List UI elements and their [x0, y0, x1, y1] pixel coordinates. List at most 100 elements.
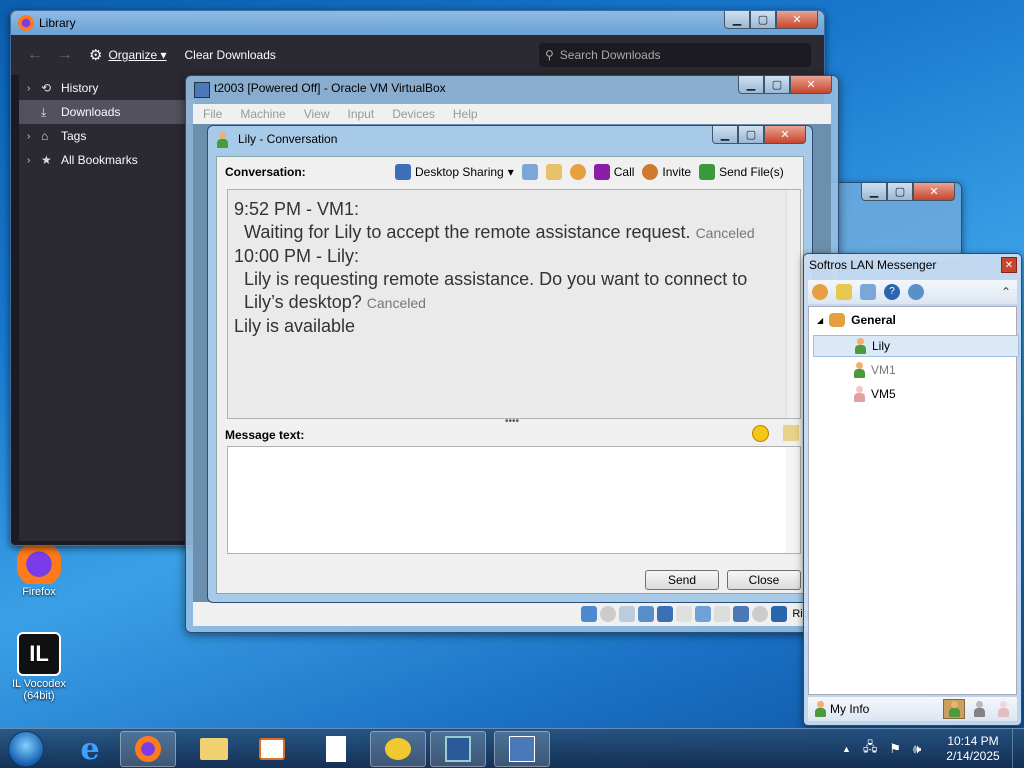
sidebar-item-tags[interactable]: › ⌂ Tags: [19, 124, 195, 148]
close-button[interactable]: ✕: [913, 183, 955, 201]
taskbar-notepad[interactable]: [308, 731, 364, 767]
message-input[interactable]: [227, 446, 801, 554]
show-desktop-button[interactable]: [1012, 729, 1024, 768]
close-button[interactable]: ✕: [764, 126, 806, 144]
taskbar-explorer[interactable]: [186, 731, 242, 767]
maximize-button[interactable]: ▢: [764, 76, 790, 94]
scrollbar[interactable]: [786, 447, 800, 553]
menu-view[interactable]: View: [304, 107, 330, 121]
sidebar-item-all-bookmarks[interactable]: › ★ All Bookmarks: [19, 148, 195, 172]
message-text-label: Message text:: [225, 428, 305, 442]
hard-disk-icon[interactable]: [581, 606, 598, 622]
taskbar-virtualbox-vm[interactable]: [494, 731, 550, 767]
my-info-button[interactable]: My Info: [830, 702, 869, 716]
shared-folder-icon[interactable]: [676, 606, 693, 622]
start-button[interactable]: [8, 731, 44, 767]
expand-icon[interactable]: ◢: [817, 316, 823, 325]
history-icon[interactable]: [860, 284, 876, 300]
contact-vm5[interactable]: VM5: [813, 383, 896, 405]
status-offline-icon[interactable]: [993, 701, 1013, 717]
taskbar-softros[interactable]: [370, 731, 426, 767]
desktop-sharing-button[interactable]: Desktop Sharing ▾: [395, 164, 514, 180]
sidebar-item-downloads[interactable]: ⤓ Downloads: [19, 100, 195, 124]
close-button[interactable]: ✕: [790, 76, 832, 94]
group-icon[interactable]: [569, 164, 586, 180]
invite-button[interactable]: Invite: [642, 164, 691, 180]
forward-arrow-icon[interactable]: →: [57, 46, 73, 64]
keyboard-capture-icon[interactable]: [771, 606, 788, 622]
conversation-history[interactable]: 9:52 PM - VM1: Waiting for Lily to accep…: [227, 189, 801, 419]
softros-window[interactable]: Softros LAN Messenger ✕ ? ⌃ ◢ General Li…: [803, 253, 1022, 726]
history-icon[interactable]: [521, 164, 538, 180]
sidebar-item-history[interactable]: › ⟲ History: [19, 76, 195, 100]
splitter-handle[interactable]: ••••: [505, 416, 519, 427]
taskbar-media-player[interactable]: [244, 731, 300, 767]
library-titlebar[interactable]: Library ▁ ▢ ✕: [11, 11, 824, 35]
menu-devices[interactable]: Devices: [392, 107, 435, 121]
flag-icon[interactable]: ⚑: [889, 741, 901, 757]
mouse-integration-icon[interactable]: [752, 606, 769, 622]
background-window[interactable]: ▁ ▢ ✕: [820, 182, 962, 262]
folder-icon[interactable]: [836, 284, 852, 300]
menu-help[interactable]: Help: [453, 107, 478, 121]
notes-icon[interactable]: [545, 164, 562, 180]
menu-file[interactable]: File: [203, 107, 222, 121]
audio-icon[interactable]: [619, 606, 636, 622]
message-text: Lily is requesting remote assistance. Do…: [244, 269, 748, 312]
video-capture-icon[interactable]: [714, 606, 731, 622]
status-message: Lily is available: [234, 316, 356, 336]
conversation-label: Conversation:: [225, 165, 306, 179]
scrollbar[interactable]: [786, 190, 800, 418]
conversation-window[interactable]: Lily - Conversation ▁ ▢ ✕ Conversation: …: [207, 125, 813, 603]
close-conversation-button[interactable]: Close: [727, 570, 801, 590]
minimize-button[interactable]: ▁: [712, 126, 738, 144]
status-available-icon[interactable]: [943, 699, 965, 719]
usb-icon[interactable]: [657, 606, 674, 622]
taskbar-virtualbox[interactable]: [430, 731, 486, 767]
menu-machine[interactable]: Machine: [240, 107, 285, 121]
user-online-icon: [854, 338, 866, 354]
volume-icon[interactable]: 🕪: [913, 741, 921, 757]
menu-input[interactable]: Input: [348, 107, 375, 121]
virtualbox-menubar: File Machine View Input Devices Help: [193, 104, 831, 124]
minimize-button[interactable]: ▁: [724, 11, 750, 29]
taskbar-internet-explorer[interactable]: e: [62, 731, 118, 767]
call-button[interactable]: Call: [593, 164, 634, 180]
close-button[interactable]: ✕: [776, 11, 818, 29]
contact-vm1[interactable]: VM1: [813, 359, 896, 381]
network-icon[interactable]: 🖧: [863, 738, 878, 760]
maximize-button[interactable]: ▢: [750, 11, 776, 29]
clear-downloads-button[interactable]: Clear Downloads: [185, 48, 276, 62]
maximize-button[interactable]: ▢: [887, 183, 913, 201]
back-arrow-icon[interactable]: ←: [27, 46, 43, 64]
minimize-button[interactable]: ▁: [861, 183, 887, 201]
show-hidden-icons-icon[interactable]: ▲: [842, 744, 851, 754]
maximize-button[interactable]: ▢: [738, 126, 764, 144]
desktop-icon-il-vocodex[interactable]: IL IL Vocodex (64bit): [4, 632, 74, 702]
emoticon-icon[interactable]: [752, 425, 769, 442]
network-icon[interactable]: [638, 606, 655, 622]
cpu-icon[interactable]: [733, 606, 750, 622]
info-icon[interactable]: [908, 284, 924, 300]
help-icon[interactable]: ?: [884, 284, 900, 300]
format-icon[interactable]: [783, 425, 799, 441]
contact-lily[interactable]: Lily: [813, 335, 1019, 357]
chat-bubble-icon: [385, 738, 411, 760]
status-away-icon[interactable]: [969, 701, 989, 717]
desktop-icon-firefox[interactable]: Firefox: [4, 540, 74, 598]
group-icon[interactable]: [812, 284, 828, 300]
send-files-button[interactable]: Send File(s): [699, 164, 784, 180]
send-button[interactable]: Send: [645, 570, 719, 590]
group-general[interactable]: ◢ General: [817, 313, 896, 327]
collapse-icon[interactable]: ⌃: [1001, 285, 1011, 299]
close-button[interactable]: ✕: [1001, 257, 1017, 273]
display-icon[interactable]: [695, 606, 712, 622]
optical-drive-icon[interactable]: [600, 606, 617, 622]
taskbar-firefox[interactable]: [120, 731, 176, 767]
organize-menu[interactable]: Organize ▾: [108, 48, 166, 62]
internet-explorer-icon: e: [80, 731, 100, 767]
search-downloads-field[interactable]: ⚲ Search Downloads: [539, 43, 811, 67]
clock[interactable]: 10:14 PM 2/14/2025: [940, 734, 1006, 764]
minimize-button[interactable]: ▁: [738, 76, 764, 94]
tag-icon: ⌂: [41, 129, 49, 143]
